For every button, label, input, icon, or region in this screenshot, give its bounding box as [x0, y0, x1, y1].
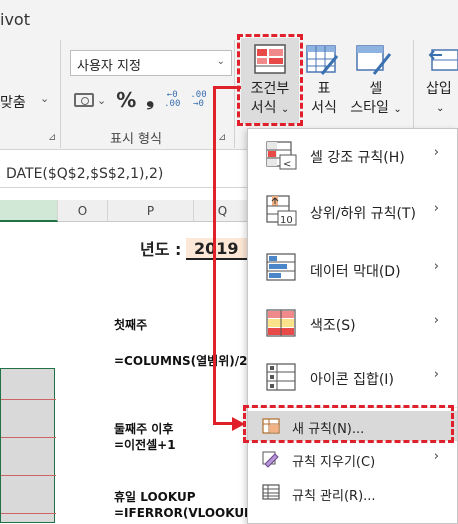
menu-item-manage-rules[interactable]: 규칙 관리(R)...: [248, 477, 457, 509]
column-header-o[interactable]: O: [58, 200, 108, 222]
menu-item-data-bars[interactable]: 데이터 막대(D) ›: [248, 241, 457, 297]
top-bottom-rules-icon: 10: [266, 195, 297, 226]
menu-item-label: 상위/하위 규칙(T): [310, 206, 416, 222]
chevron-down-icon: ⌄: [216, 56, 225, 67]
column-header-selected[interactable]: [0, 200, 58, 222]
icon-sets-icon: [266, 363, 296, 391]
increase-decimal-button[interactable]: ←0.00: [164, 91, 180, 109]
number-format-group-title: 표시 형식: [110, 132, 162, 147]
year-label: 년도 :: [140, 240, 182, 259]
svg-text:<: <: [283, 159, 291, 170]
holiday-title: 휴일 LOOKUP: [114, 490, 196, 504]
conditional-formatting-menu: < 셀 강조 규칙(H) › 10 상위/하위 규칙(T) › 데이터 막대(D…: [247, 128, 458, 524]
menu-item-top-bottom-rules[interactable]: 10 상위/하위 규칙(T) ›: [248, 183, 457, 241]
accounting-format-button[interactable]: ⌄: [74, 93, 106, 107]
chevron-right-icon: ›: [433, 201, 439, 216]
first-week-title: 첫째주: [114, 318, 148, 332]
second-week-formula: =이전셀+1: [114, 438, 176, 452]
chevron-right-icon: ›: [433, 145, 439, 160]
number-format-value: 사용자 지정: [77, 59, 141, 74]
year-value-cell[interactable]: 2019: [186, 238, 248, 260]
manage-rules-icon: [262, 484, 280, 500]
insert-label[interactable]: 삽입 ⌄: [426, 80, 458, 118]
gridline: [1, 437, 56, 438]
chevron-right-icon: ›: [433, 259, 439, 274]
cf-button-highlight: [237, 34, 303, 126]
menu-item-label: 셀 강조 규칙(H): [310, 150, 405, 166]
menu-item-label: 색조(S): [310, 318, 356, 334]
group-separator: [60, 40, 61, 148]
menu-item-label: 규칙 관리(R)...: [292, 489, 376, 504]
arrow-segment-top: [213, 86, 241, 89]
arrow-segment-vertical: [213, 86, 216, 424]
second-week-title: 둘째주 이후: [114, 422, 174, 436]
fat-label-line1: 표: [317, 81, 331, 97]
insert-label-line1: 삽입: [426, 81, 452, 97]
eraser-icon: [262, 451, 279, 468]
chevron-down-icon[interactable]: ⌄: [40, 92, 49, 105]
column-header-q[interactable]: Q: [194, 200, 252, 222]
color-scales-icon: [266, 309, 296, 337]
menu-item-label: 데이터 막대(D): [310, 264, 401, 280]
format-as-table-icon[interactable]: [306, 44, 340, 76]
dialog-launcher-icon[interactable]: ⊿: [218, 132, 226, 143]
menu-item-label: 규칙 지우기(C): [292, 455, 376, 470]
column-header-p[interactable]: P: [108, 200, 194, 222]
chevron-down-icon: ⌄: [97, 93, 107, 107]
currency-icon: [74, 93, 94, 107]
group-separator: [234, 40, 235, 148]
insert-cells-icon[interactable]: [426, 46, 458, 74]
ribbon-tab-pivot[interactable]: ivot: [0, 10, 30, 29]
highlight-cells-rules-icon: <: [266, 141, 297, 170]
cs-label-line2: 스타일 ⌄: [350, 100, 402, 116]
gridline: [1, 513, 56, 514]
new-rule-highlight: [243, 405, 454, 443]
gridline: [1, 475, 56, 476]
menu-item-clear-rules[interactable]: 규칙 지우기(C) ›: [248, 443, 457, 475]
cs-label-line1: 셀: [369, 81, 383, 97]
decrease-decimal-button[interactable]: .00 →0: [190, 91, 206, 109]
gridline: [1, 399, 56, 400]
cell-styles-label[interactable]: 셀 스타일 ⌄: [346, 80, 406, 119]
menu-item-icon-sets[interactable]: 아이콘 집합(I) ›: [248, 351, 457, 405]
data-bars-icon: [266, 253, 296, 281]
number-format-select[interactable]: 사용자 지정 ⌄: [70, 50, 232, 76]
dialog-launcher-icon[interactable]: ⊿: [48, 132, 56, 143]
svg-text:10: 10: [280, 215, 293, 226]
alignment-group-label[interactable]: 맞춤: [0, 92, 26, 112]
comma-style-button[interactable]: ❟: [146, 86, 154, 110]
menu-item-label: 아이콘 집합(I): [310, 372, 394, 388]
percent-style-button[interactable]: %: [116, 88, 136, 112]
chevron-down-icon: ⌄: [436, 103, 445, 114]
menu-item-highlight-cells-rules[interactable]: < 셀 강조 규칙(H) ›: [248, 129, 457, 183]
formula-bar-text[interactable]: DATE($Q$2,$S$2,1),2): [6, 166, 163, 182]
menu-item-color-scales[interactable]: 색조(S) ›: [248, 297, 457, 351]
chevron-right-icon: ›: [433, 449, 439, 464]
selected-range-block[interactable]: [0, 368, 56, 523]
chevron-right-icon: ›: [433, 313, 439, 328]
cell-styles-icon[interactable]: [356, 44, 392, 76]
columns-formula: =COLUMNS(열범위)/2+D: [114, 354, 268, 368]
number-format-buttons: ⌄ % ❟ ←0.00 .00 →0: [74, 86, 207, 112]
chevron-right-icon: ›: [433, 367, 439, 382]
